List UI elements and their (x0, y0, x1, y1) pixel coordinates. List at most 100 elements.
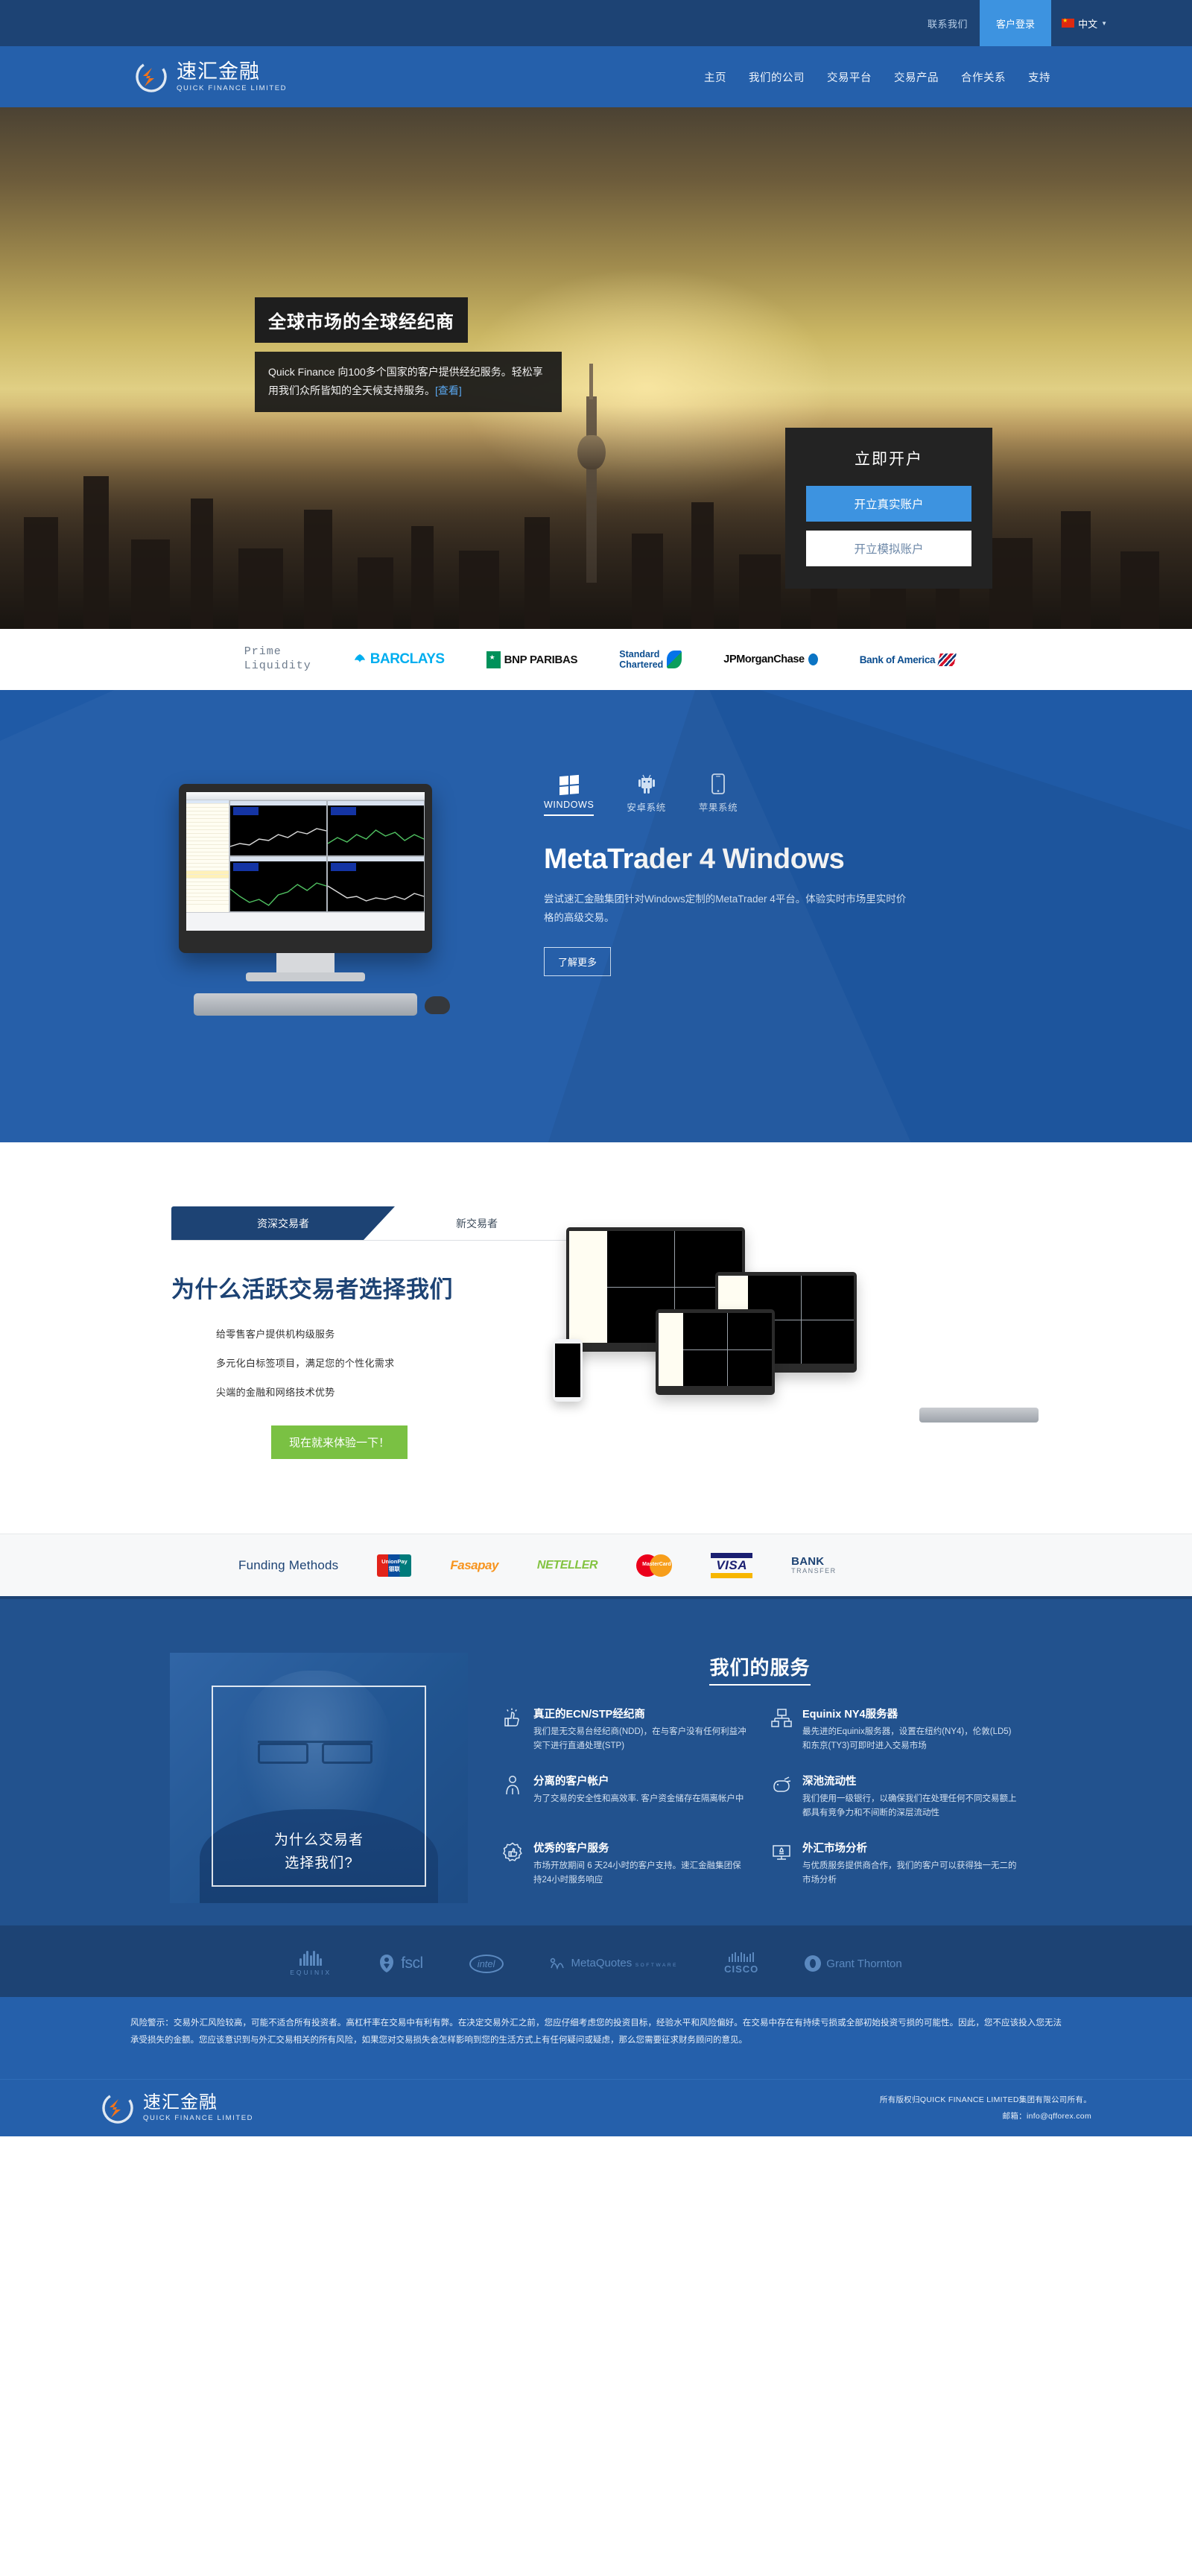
jpmorgan-chase-logo-icon: JPMorganChase (723, 654, 818, 665)
try-now-button[interactable]: 现在就来体验一下！ (271, 1425, 408, 1459)
nav-item-partnership[interactable]: 合作关系 (961, 69, 1006, 85)
os-tab-ios[interactable]: 苹果系统 (699, 772, 738, 818)
footer-copyright: 所有版权归QUICK FINANCE LIMITED集团有限公司所有。 邮箱：i… (880, 2092, 1091, 2124)
client-login-button[interactable]: 客户登录 (980, 0, 1052, 46)
list-item: 尖端的金融和网络技术优势 (216, 1387, 335, 1398)
open-live-account-button[interactable]: 开立真实账户 (806, 486, 971, 522)
our-services-section: 为什么交易者 选择我们? 我们的服务 真正的ECN/STP经纪商 我们是无交易台… (0, 1599, 1192, 1925)
phone-device-image (553, 1339, 583, 1402)
sky-tower-landmark (577, 364, 606, 583)
platform-learn-more-button[interactable]: 了解更多 (544, 946, 612, 976)
os-tab-android[interactable]: 安卓系统 (627, 772, 665, 818)
thumbs-up-burst-icon (502, 1706, 524, 1753)
nav-item-support[interactable]: 支持 (1028, 69, 1050, 85)
language-selector[interactable]: 中文 ▼ (1051, 0, 1118, 46)
open-demo-account-button[interactable]: 开立模拟账户 (806, 531, 971, 566)
mouse-image (425, 996, 450, 1014)
nav-item-home[interactable]: 主页 (704, 69, 726, 85)
os-tab-ios-label: 苹果系统 (698, 803, 738, 813)
why-benefit-list: 给零售客户提供机构级服务 多元化白标签项目，满足您的个性化需求 尖端的金融和网络… (171, 1326, 551, 1399)
unionpay-logo-icon: UnionPay 银联 (377, 1554, 412, 1577)
tab-experienced-trader[interactable]: 资深交易者 (171, 1206, 395, 1240)
services-grid: 真正的ECN/STP经纪商 我们是无交易台经纪商(NDD)，在与客户没有任何利益… (502, 1706, 1018, 1887)
sc-label-line2: Chartered (619, 659, 664, 670)
funding-methods-strip: Funding Methods UnionPay 银联 Fasapay NETE… (0, 1534, 1192, 1599)
os-tab-list: WINDOWS 安卓系统 苹果系统 (544, 772, 1043, 818)
trader-type-tabs: 资深交易者 新交易者 (171, 1206, 574, 1241)
multi-device-image (551, 1214, 1043, 1423)
service-item-market-analysis: 外汇市场分析 与优质服务提供商合作，我们的客户可以获得独一无二的市场分析 (771, 1840, 1018, 1887)
bnp-label: BNP PARIBAS (504, 653, 578, 666)
os-tab-windows[interactable]: WINDOWS (544, 772, 595, 818)
nav-item-platform[interactable]: 交易平台 (827, 69, 872, 85)
liquidity-providers-strip: Prime Liquidity BARCLAYS BNP PARIBAS Sta… (0, 629, 1192, 690)
hero-description-text: Quick Finance 向100多个国家的客户提供经纪服务。轻松享用我们众所… (268, 366, 543, 396)
grant-thornton-label: Grant Thornton (826, 1957, 902, 1970)
technology-partners-strip: EQUINIX fscl intel MetaQuotes SOFTWARE C… (0, 1925, 1192, 1997)
brand-logo[interactable]: 速汇金融 QUICK FINANCE LIMITED (74, 60, 287, 94)
service-title: 外汇市场分析 (802, 1842, 867, 1855)
liquidity-pool-icon (771, 1773, 793, 1820)
main-navigation: 主页 我们的公司 交易平台 交易产品 合作关系 支持 (704, 69, 1118, 85)
service-title: Equinix NY4服务器 (802, 1709, 898, 1721)
cisco-label: CISCO (724, 1963, 759, 1975)
footer-brand-logo[interactable]: 速汇金融 QUICK FINANCE LIMITED (101, 2091, 253, 2125)
china-flag-icon (1062, 16, 1075, 28)
visa-label: VISA (716, 1557, 748, 1572)
service-title: 深池流动性 (802, 1775, 857, 1788)
fscl-label: fscl (401, 1955, 423, 1972)
os-tab-android-label: 安卓系统 (627, 803, 666, 813)
platform-description: 尝试速汇金融集团针对Windows定制的MetaTrader 4平台。体验实时市… (544, 893, 907, 923)
mastercard-label: MasterCard (642, 1561, 671, 1567)
open-account-panel: 立即开户 开立真实账户 开立模拟账户 (785, 428, 992, 589)
tab-new-trader[interactable]: 新交易者 (395, 1206, 559, 1240)
chevron-down-icon: ▼ (1101, 19, 1107, 27)
nav-item-company[interactable]: 我们的公司 (749, 69, 805, 85)
service-desc: 我们使用一级银行，以确保我们在处理任何不同交易额上都具有竞争力和不间断的深层流动… (802, 1794, 1017, 1817)
brand-name-en: QUICK FINANCE LIMITED (177, 83, 288, 92)
metaquotes-sub: SOFTWARE (635, 1963, 679, 1968)
why-traders-section: 资深交易者 新交易者 为什么活跃交易者选择我们 给零售客户提供机构级服务 多元化… (0, 1142, 1192, 1534)
site-header: 速汇金融 QUICK FINANCE LIMITED 主页 我们的公司 交易平台… (0, 46, 1192, 107)
mt4-screenshot (186, 792, 425, 931)
mastercard-logo-icon: MasterCard (636, 1554, 673, 1577)
intel-logo-icon: intel (469, 1954, 504, 1973)
prime-liquidity-label: Prime Liquidity (244, 645, 311, 674)
services-heading: 我们的服务 (502, 1653, 1018, 1686)
trading-platform-section: WINDOWS 安卓系统 苹果系统 MetaTrader 4 Windows 尝… (0, 690, 1192, 1142)
laptop-device-image (656, 1309, 775, 1395)
service-title: 优秀的客户服务 (533, 1842, 609, 1855)
why-title: 为什么活跃交易者选择我们 (171, 1276, 453, 1303)
quick-finance-logo-icon (134, 60, 168, 94)
service-item-segregated-accounts: 分离的客户帐户 为了交易的安全性和高效率. 客户资金储存在隔离帐户中 (502, 1773, 749, 1820)
list-item: 多元化白标签项目，满足您的个性化需求 (216, 1358, 395, 1369)
footer-email: 邮箱：info@qfforex.com (1002, 2112, 1091, 2121)
equinix-logo-icon: EQUINIX (290, 1951, 332, 1976)
service-desc: 最先进的Equinix服务器，设置在纽约(NY4)，伦敦(LD5)和东京(TY3… (802, 1727, 1012, 1750)
risk-warning-section: 风险警示：交易外汇风险较高，可能不适合所有投资者。高杠杆率在交易中有利有弊。在决… (0, 1997, 1192, 2079)
nav-item-products[interactable]: 交易产品 (894, 69, 939, 85)
keyboard-image (919, 1408, 1039, 1423)
contact-us-link[interactable]: 联系我们 (916, 0, 980, 46)
cisco-logo-icon: CISCO (724, 1952, 758, 1975)
service-item-customer-service: 优秀的客户服务 市场开放期间 6 天24小时的客户支持。速汇金融集团保持24小时… (502, 1840, 749, 1887)
servers-network-icon (771, 1706, 793, 1753)
platform-visual (149, 765, 507, 1016)
boa-label: Bank of America (859, 654, 936, 665)
neteller-logo-icon: NETELLER (536, 1558, 598, 1572)
photo-caption-line1: 为什么交易者 (273, 1832, 364, 1849)
copyright-text: 所有版权归QUICK FINANCE LIMITED集团有限公司所有。 (879, 2095, 1091, 2104)
desktop-monitor-image (179, 784, 450, 1016)
bank-of-america-logo-icon: Bank of America (859, 653, 957, 666)
bnp-paribas-logo-icon: BNP PARIBAS (486, 651, 578, 668)
service-item-ecn-stp: 真正的ECN/STP经纪商 我们是无交易台经纪商(NDD)，在与客户没有任何利益… (502, 1706, 749, 1753)
footer-brand-name-en: QUICK FINANCE LIMITED (143, 2114, 254, 2123)
prime-liquidity-line2: Liquidity (244, 659, 311, 672)
metaquotes-label: MetaQuotes (571, 1957, 633, 1969)
equinix-label: EQUINIX (290, 1969, 332, 1976)
hero-copy: 全球市场的全球经纪商 Quick Finance 向100多个国家的客户提供经纪… (255, 297, 575, 412)
metaquotes-logo-icon: MetaQuotes SOFTWARE (550, 1956, 679, 1971)
hero-view-link[interactable]: [查看] (435, 384, 462, 396)
person-shield-icon (502, 1773, 524, 1820)
unionpay-sub: 银联 (388, 1565, 400, 1572)
